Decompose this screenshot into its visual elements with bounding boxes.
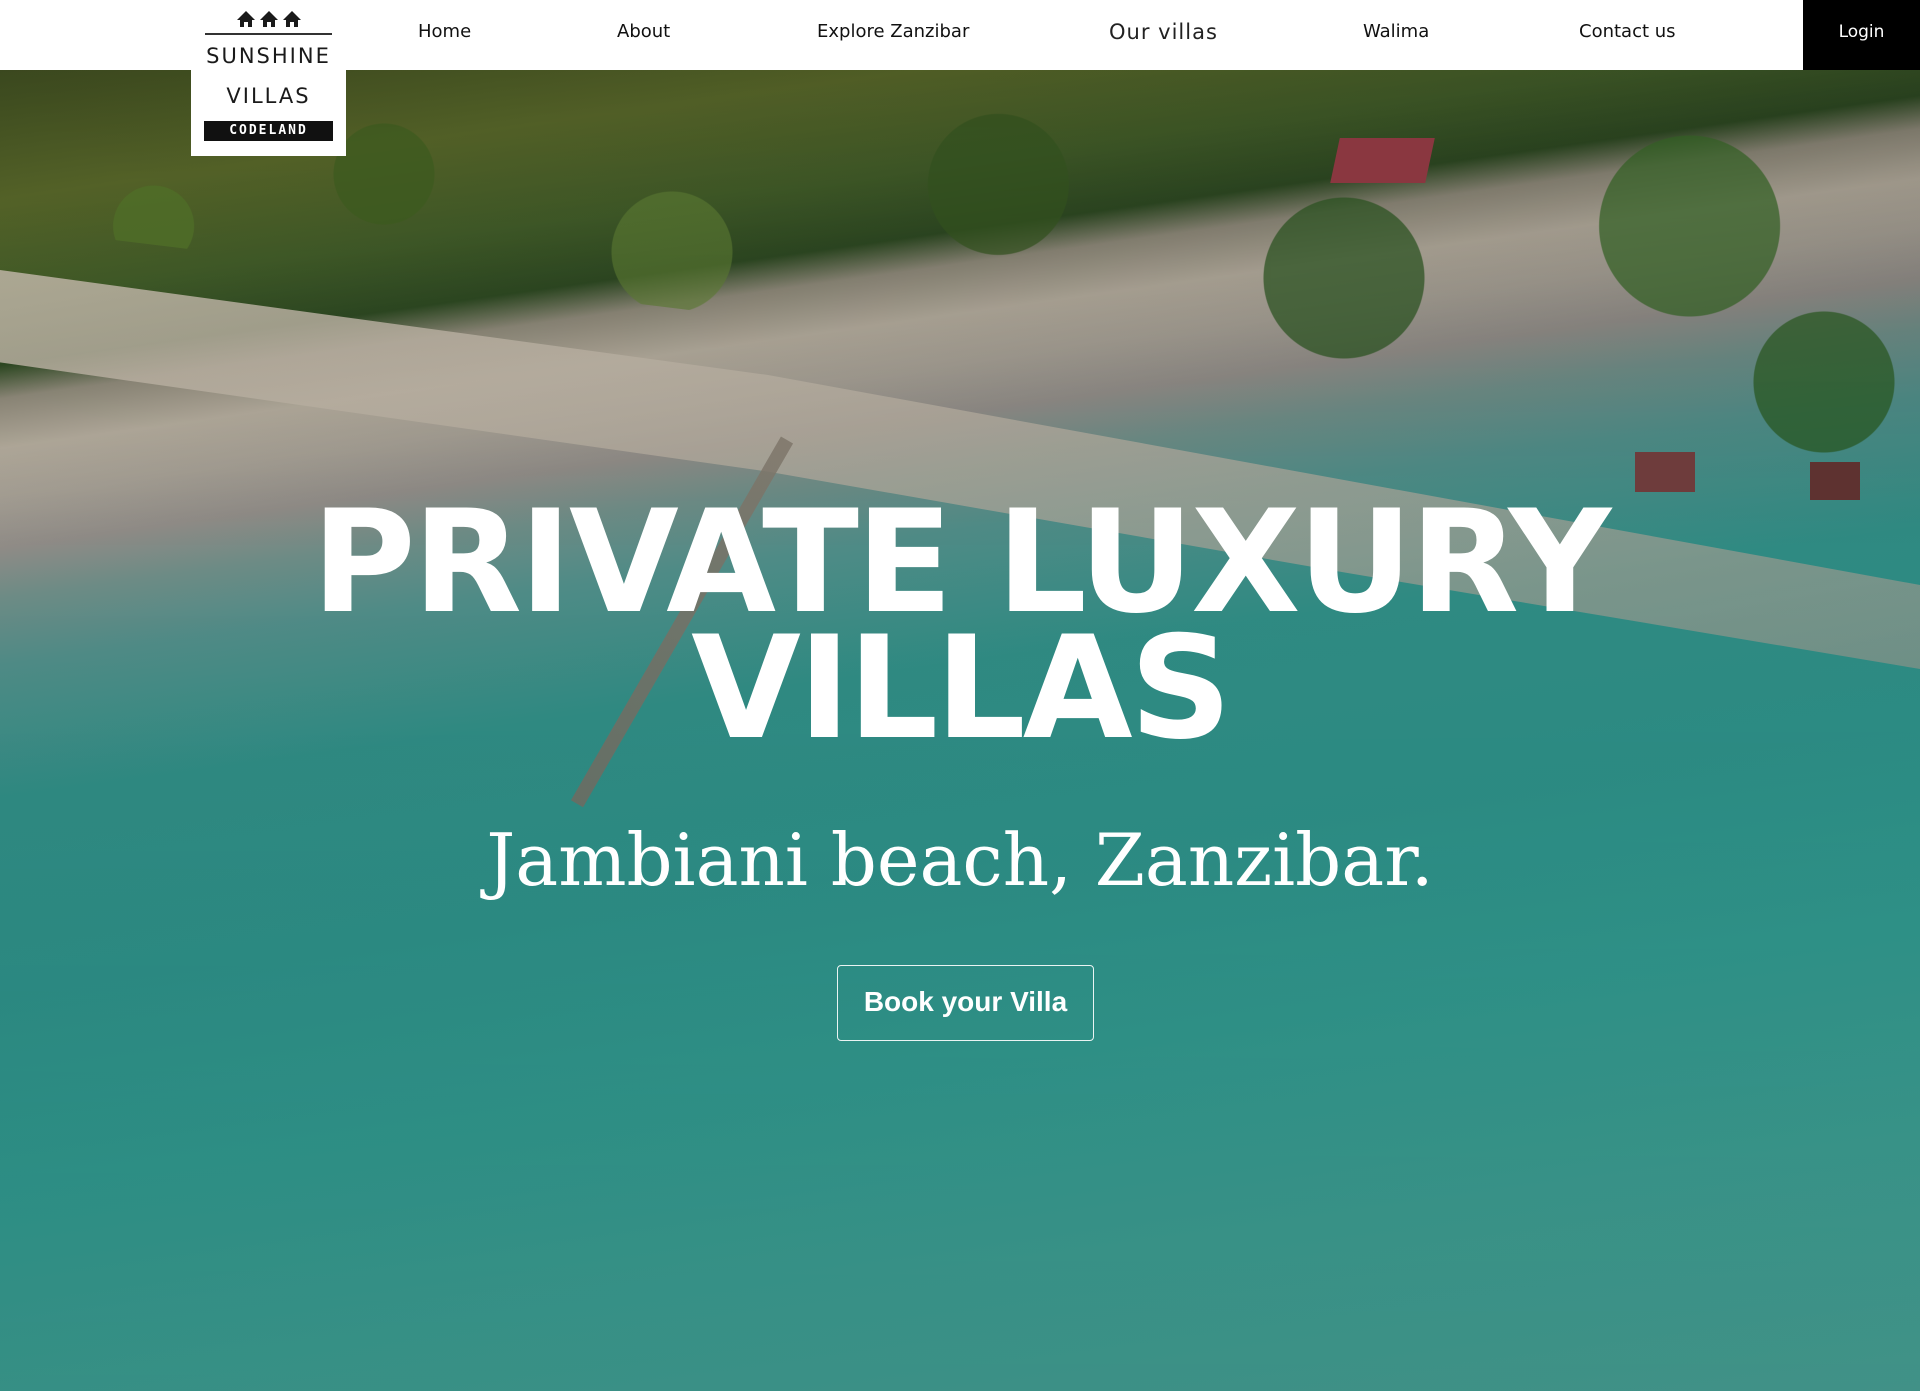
nav-about[interactable]: About: [617, 0, 670, 70]
site-logo[interactable]: SUNSHINE VILLAS CODELAND: [191, 0, 346, 156]
logo-name-line2: VILLAS: [226, 84, 311, 108]
book-villa-button[interactable]: Book your Villa: [837, 965, 1094, 1041]
logo-name-line1: SUNSHINE: [206, 44, 331, 68]
nav-our-villas[interactable]: Our villas: [1109, 0, 1218, 70]
logo-tagline: CODELAND: [204, 121, 333, 141]
login-button[interactable]: Login: [1803, 0, 1920, 70]
nav-walima[interactable]: Walima: [1363, 0, 1429, 70]
villa-huts-icon: [237, 11, 301, 27]
page: Home About Explore Zanzibar Our villas W…: [0, 0, 1920, 1391]
logo-divider: [205, 33, 332, 35]
villa-roof: [1810, 462, 1860, 500]
hero-title: PRIVATE LUXURY VILLAS: [0, 492, 1920, 771]
hero-subtitle: Jambiani beach, Zanzibar.: [486, 818, 1434, 902]
villa-roof: [1330, 138, 1435, 183]
villa-roof: [1635, 452, 1695, 492]
nav-home[interactable]: Home: [418, 0, 471, 70]
hero-title-line2: VILLAS: [691, 606, 1232, 771]
nav-contact-us[interactable]: Contact us: [1579, 0, 1676, 70]
nav-explore-zanzibar[interactable]: Explore Zanzibar: [817, 0, 969, 70]
